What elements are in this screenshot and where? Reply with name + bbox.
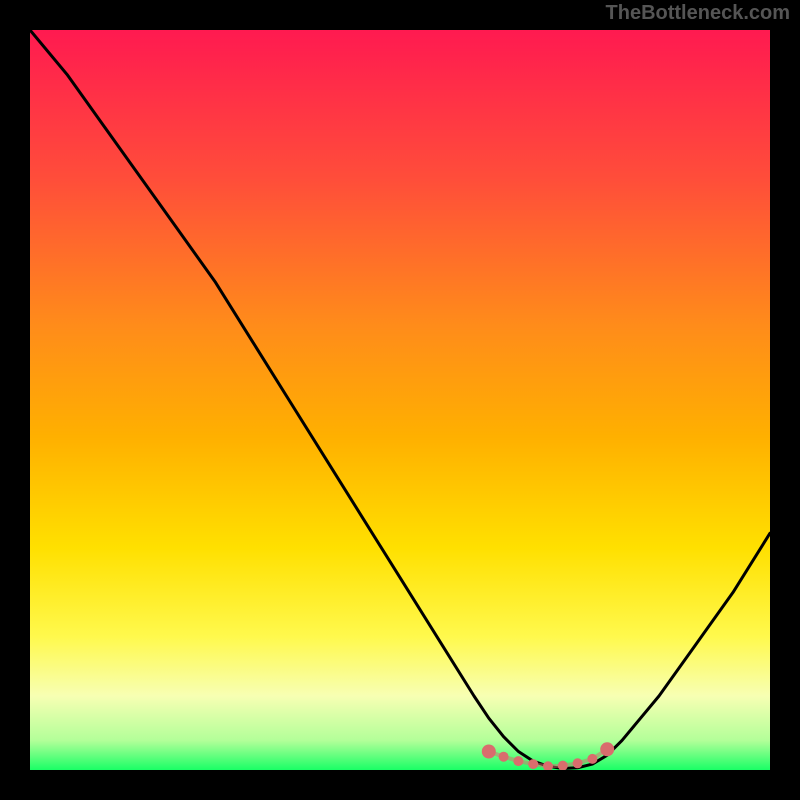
valley-marker-dot	[513, 756, 523, 766]
chart-frame: TheBottleneck.com	[0, 0, 800, 800]
valley-marker-dot	[600, 742, 614, 756]
plot-area	[30, 30, 770, 770]
valley-marker-dot	[573, 758, 583, 768]
valley-marker-dot	[587, 754, 597, 764]
valley-marker-dot	[482, 745, 496, 759]
watermark-text: TheBottleneck.com	[606, 2, 790, 25]
valley-marker-dot	[499, 752, 509, 762]
chart-svg	[30, 30, 770, 770]
gradient-background	[30, 30, 770, 770]
valley-marker-dot	[528, 759, 538, 769]
